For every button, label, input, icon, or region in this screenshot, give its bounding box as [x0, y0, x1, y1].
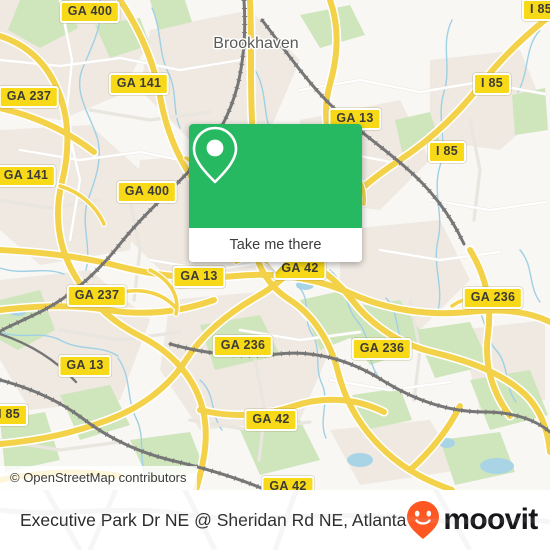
- map-canvas[interactable]: .res { fill:#efe9e2; } .park { fill:#cfe…: [0, 0, 550, 490]
- road-shield[interactable]: GA 42: [244, 409, 298, 431]
- road-shield[interactable]: GA 400: [59, 1, 121, 23]
- road-shield[interactable]: GA 236: [462, 287, 524, 309]
- take-me-there-label: Take me there: [229, 237, 322, 253]
- map-screenshot: .res { fill:#efe9e2; } .park { fill:#cfe…: [0, 0, 550, 550]
- road-shield[interactable]: GA 236: [212, 335, 274, 357]
- location-callout-card[interactable]: Take me there: [189, 124, 362, 262]
- take-me-there-button[interactable]: Take me there: [189, 228, 362, 262]
- place-label-brookhaven: Brookhaven: [213, 35, 299, 52]
- location-pin-icon: [192, 126, 238, 184]
- road-shield[interactable]: GA 400: [116, 181, 178, 203]
- road-shield[interactable]: GA 13: [172, 266, 226, 288]
- footer-bar: Executive Park Dr NE @ Sheridan Rd NE, A…: [0, 490, 550, 550]
- road-shield[interactable]: I 85: [521, 0, 550, 21]
- map-attribution[interactable]: © OpenStreetMap contributors: [0, 466, 197, 490]
- footer-watermark: [0, 490, 550, 550]
- road-shield[interactable]: GA 236: [351, 338, 413, 360]
- road-shield[interactable]: I 85: [427, 141, 467, 163]
- road-shield[interactable]: GA 237: [66, 285, 128, 307]
- callout-icon-area: [189, 124, 362, 228]
- road-shield[interactable]: GA 42: [261, 476, 315, 490]
- road-shield[interactable]: I 85: [0, 404, 29, 426]
- road-shield[interactable]: GA 141: [108, 73, 170, 95]
- road-shield[interactable]: GA 141: [0, 165, 57, 187]
- road-shield[interactable]: GA 237: [0, 86, 60, 108]
- callout-pointer: [266, 261, 286, 272]
- road-shield[interactable]: GA 13: [58, 355, 112, 377]
- road-shield[interactable]: I 85: [472, 73, 512, 95]
